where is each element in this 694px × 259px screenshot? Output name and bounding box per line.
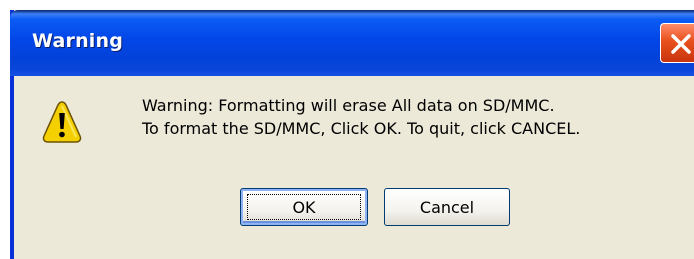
warning-icon	[42, 101, 82, 143]
close-button[interactable]	[660, 23, 694, 63]
cancel-button[interactable]: Cancel	[384, 188, 510, 226]
close-icon	[671, 34, 691, 54]
window-title: Warning	[32, 30, 124, 52]
message-line-1: Warning: Formatting will erase All data …	[142, 96, 555, 115]
title-bar[interactable]: Warning	[10, 10, 694, 76]
message-line-2: To format the SD/MMC, Click OK. To quit,…	[142, 119, 581, 138]
focus-rectangle	[247, 194, 361, 220]
ok-button[interactable]: OK	[240, 188, 368, 226]
warning-dialog: Warning Warning: Formatting will erase A…	[10, 10, 694, 259]
cancel-button-label: Cancel	[419, 197, 475, 217]
